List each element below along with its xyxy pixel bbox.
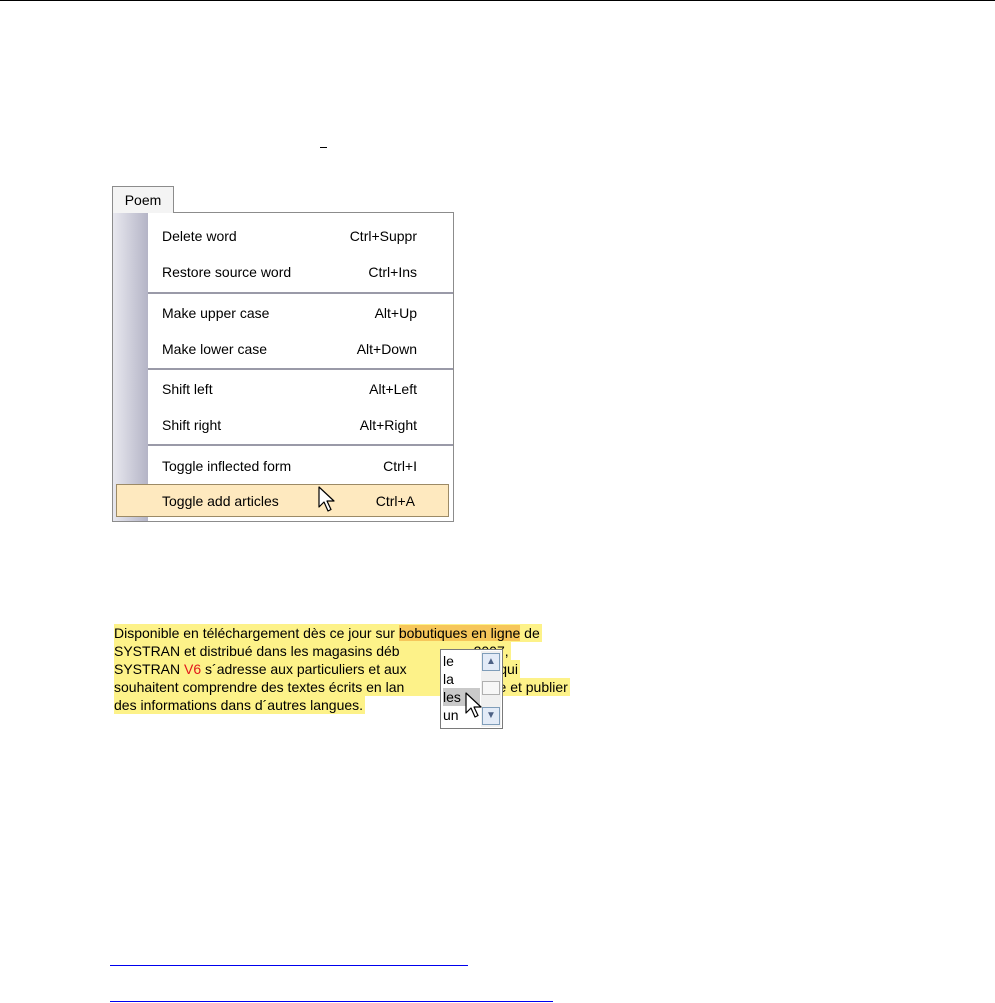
menu-item-delete-word[interactable]: Delete word Ctrl+Suppr — [148, 218, 453, 254]
arrow-pointer-icon — [318, 486, 335, 512]
menu-item-shortcut: Alt+Up — [374, 305, 417, 321]
menu-item-label: Delete word — [162, 228, 237, 244]
dropdown-option[interactable]: le — [443, 652, 480, 670]
menu-item-shortcut: Ctrl+Ins — [368, 264, 417, 280]
text-line-1: Disponible en téléchargement dès ce jour… — [114, 624, 542, 642]
scroll-thumb[interactable] — [482, 681, 500, 695]
menu-item-label: Toggle add articles — [162, 493, 279, 509]
menu-item-make-lower-case[interactable]: Make lower case Alt+Down — [148, 331, 453, 367]
menu-item-shortcut: Ctrl+I — [383, 458, 417, 474]
dropdown-scrollbar[interactable]: ▲ ▼ — [481, 651, 501, 727]
menu-item-shortcut: Alt+Right — [359, 417, 417, 433]
chevron-down-icon[interactable]: ▼ — [482, 707, 500, 725]
text-fragment: Disponible en téléchargement dès ce jour… — [114, 625, 399, 641]
menu-separator — [148, 444, 453, 446]
menu-item-shortcut: Alt+Down — [356, 341, 417, 357]
article-dropdown-list[interactable]: le la les un ▲ ▼ — [440, 649, 503, 729]
menu-item-shift-left[interactable]: Shift left Alt+Left — [148, 371, 453, 407]
text-fragment: de — [520, 625, 540, 641]
footnote-link-underline[interactable] — [110, 1001, 553, 1002]
menu-separator — [148, 292, 453, 294]
highlighted-phrase[interactable]: bobutiques en ligne — [398, 625, 521, 641]
menu-item-label: Shift right — [162, 417, 222, 433]
menu-item-label: Shift left — [162, 381, 213, 397]
menu-item-label: Toggle inflected form — [162, 458, 292, 474]
text-fragment: SYSTRAN — [114, 661, 185, 677]
menu-separator — [148, 368, 453, 370]
menu-item-shortcut: Ctrl+Suppr — [349, 228, 417, 244]
version-label: V6 — [184, 661, 202, 677]
menu-icon-strip — [113, 213, 148, 521]
menu-item-toggle-add-articles[interactable]: Toggle add articles Ctrl+A — [116, 484, 449, 517]
text-fragment: s´adresse aux particuliers et aux — [201, 661, 407, 677]
text-fragment: SYSTRAN et distribué dans les magasins d… — [114, 643, 400, 659]
menu-item-shift-right[interactable]: Shift right Alt+Right — [148, 407, 453, 443]
poem-menu-screenshot: Poem Delete word Ctrl+Suppr Restore sour… — [112, 186, 454, 522]
poem-menu-panel: Delete word Ctrl+Suppr Restore source wo… — [112, 212, 454, 522]
text-fragment: souhaitent comprendre des textes écrits … — [114, 679, 405, 695]
menu-item-label: Restore source word — [162, 264, 292, 280]
arrow-pointer-icon — [465, 692, 482, 718]
menu-title-poem[interactable]: Poem — [112, 186, 174, 213]
top-rule — [0, 0, 995, 1]
footnote-link-underline[interactable] — [110, 965, 468, 966]
chevron-up-icon[interactable]: ▲ — [482, 653, 500, 671]
underscore-mark — [320, 147, 327, 148]
menu-item-shortcut: Ctrl+A — [375, 493, 415, 509]
menu-item-label: Make upper case — [162, 305, 270, 321]
menu-item-restore-source-word[interactable]: Restore source word Ctrl+Ins — [148, 254, 453, 290]
text-line-5: des informations dans d´autres langues. — [114, 696, 366, 714]
dropdown-option[interactable]: la — [443, 670, 480, 688]
menu-item-toggle-inflected-form[interactable]: Toggle inflected form Ctrl+I — [148, 448, 453, 484]
menu-item-label: Make lower case — [162, 341, 268, 357]
highlighted-text-screenshot: Disponible en téléchargement dès ce jour… — [114, 624, 619, 734]
menu-item-make-upper-case[interactable]: Make upper case Alt+Up — [148, 295, 453, 331]
menu-item-shortcut: Alt+Left — [369, 381, 417, 397]
text-fragment: des informations dans d´autres langues. — [114, 697, 364, 713]
